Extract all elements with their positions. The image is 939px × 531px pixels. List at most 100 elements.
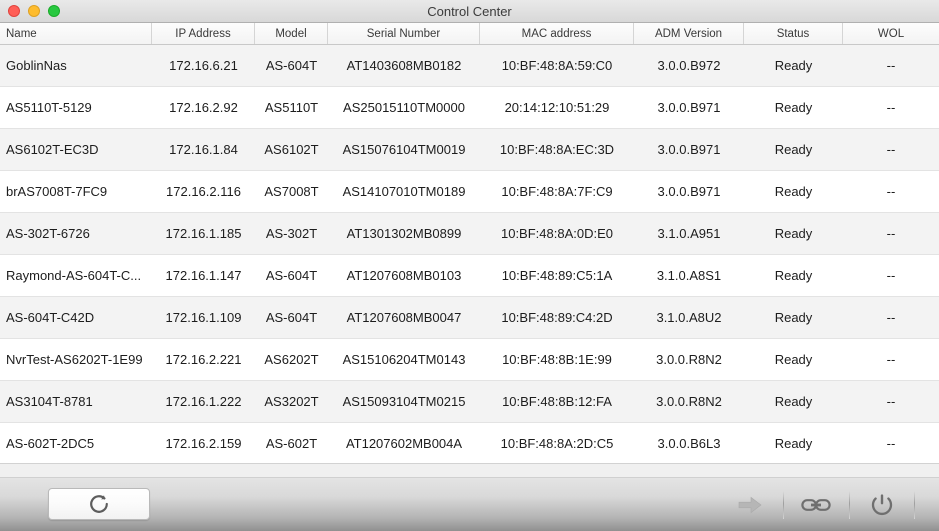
cell-name-text: Raymond-AS-604T-C...	[6, 268, 142, 283]
cell-ip: 172.16.2.221	[152, 352, 255, 367]
cell-wol-text: --	[886, 310, 896, 325]
cell-wol-text: --	[886, 226, 896, 241]
cell-status: Ready	[744, 142, 843, 157]
cell-mac: 10:BF:48:8B:1E:99	[480, 352, 634, 367]
cell-ip: 172.16.6.21	[152, 58, 255, 73]
cell-ip: 172.16.2.92	[152, 100, 255, 115]
cell-ip: 172.16.1.222	[152, 394, 255, 409]
table-row[interactable]: Raymond-AS-604T-C... 172.16.1.147 AS-604T A…	[0, 255, 939, 297]
cell-mac-text: 10:BF:48:8A:EC:3D	[499, 142, 615, 157]
cell-model-text: AS-302T	[265, 226, 318, 241]
table-row[interactable]: AS5110T-5129 172.16.2.92 AS5110T AS25015110…	[0, 87, 939, 129]
cell-name: GoblinNas	[0, 58, 152, 73]
column-header-ip[interactable]: IP Address	[152, 23, 255, 44]
cell-ip-text: 172.16.6.21	[169, 58, 238, 73]
cell-status: Ready	[744, 100, 843, 115]
cell-name-text: GoblinNas	[6, 58, 67, 73]
table-row[interactable]: AS3104T-8781 172.16.1.222 AS3202T AS1509310…	[0, 381, 939, 423]
cell-wol: --	[843, 310, 939, 325]
maximize-button[interactable]	[48, 5, 60, 17]
cell-wol: --	[843, 268, 939, 283]
column-header-serial[interactable]: Serial Number	[328, 23, 480, 44]
connect-action[interactable]	[717, 487, 783, 523]
cell-model: AS-302T	[255, 226, 328, 241]
title-bar: Control Center	[0, 0, 939, 23]
cell-serial-text: AT1207602MB004A	[345, 436, 463, 451]
cell-serial: AT1207602MB004A	[328, 436, 480, 451]
cell-status: Ready	[744, 58, 843, 73]
column-header-name[interactable]: Name	[0, 23, 152, 44]
cell-status: Ready	[744, 310, 843, 325]
cell-name: AS-602T-2DC5	[0, 436, 152, 451]
cell-model: AS3202T	[255, 394, 328, 409]
cell-status-text: Ready	[774, 226, 813, 241]
cell-mac-text: 10:BF:48:8B:1E:99	[502, 352, 612, 367]
cell-mac-text: 10:BF:48:8A:7F:C9	[501, 184, 613, 199]
cell-status: Ready	[744, 352, 843, 367]
cell-name-text: NvrTest-AS6202T-1E99	[6, 352, 143, 367]
table-row[interactable]: AS-604T-C42D 172.16.1.109 AS-604T AT1207608…	[0, 297, 939, 339]
cell-serial-text: AT1207608MB0103	[346, 268, 462, 283]
cell-ip-text: 172.16.2.92	[169, 100, 238, 115]
cell-serial-text: AS15106204TM0143	[342, 352, 466, 367]
table-row[interactable]: AS-602T-2DC5 172.16.2.159 AS-602T AT1207602…	[0, 423, 939, 463]
column-header-model[interactable]: Model	[255, 23, 328, 44]
minimize-button[interactable]	[28, 5, 40, 17]
column-header-mac[interactable]: MAC address	[480, 23, 634, 44]
cell-adm: 3.0.0.B6L3	[634, 436, 744, 451]
cell-model-text: AS6102T	[264, 142, 319, 157]
cell-serial: AS25015110TM0000	[328, 100, 480, 115]
cell-mac-text: 10:BF:48:89:C5:1A	[501, 268, 613, 283]
cell-model: AS5110T	[255, 100, 328, 115]
cell-wol: --	[843, 100, 939, 115]
cell-name: Raymond-AS-604T-C...	[0, 268, 152, 283]
cell-wol-text: --	[886, 100, 896, 115]
cell-serial: AT1207608MB0047	[328, 310, 480, 325]
cell-adm: 3.1.0.A951	[634, 226, 744, 241]
column-header-wol[interactable]: WOL	[843, 23, 939, 44]
table-row[interactable]: NvrTest-AS6202T-1E99 172.16.2.221 AS6202T A…	[0, 339, 939, 381]
cell-model-text: AS-604T	[265, 310, 318, 325]
cell-model-text: AS6202T	[264, 352, 319, 367]
column-header-status[interactable]: Status	[744, 23, 843, 44]
cell-serial: AT1403608MB0182	[328, 58, 480, 73]
cell-ip: 172.16.2.116	[152, 184, 255, 199]
cell-mac-text: 20:14:12:10:51:29	[504, 100, 610, 115]
power-action[interactable]	[849, 487, 915, 523]
cell-status-text: Ready	[774, 142, 813, 157]
link-action[interactable]	[783, 487, 849, 523]
control-center-window: Control Center Name IP Address Model Ser…	[0, 0, 939, 531]
cell-name-text: AS-302T-6726	[6, 226, 90, 241]
cell-adm: 3.1.0.A8U2	[634, 310, 744, 325]
cell-ip: 172.16.1.109	[152, 310, 255, 325]
device-table: GoblinNas 172.16.6.21 AS-604T AT1403608MB01…	[0, 45, 939, 463]
cell-mac-text: 10:BF:48:89:C4:2D	[501, 310, 613, 325]
close-button[interactable]	[8, 5, 20, 17]
cell-model: AS-604T	[255, 58, 328, 73]
cell-wol: --	[843, 394, 939, 409]
cell-serial-text: AS15093104TM0215	[342, 394, 466, 409]
cell-adm-text: 3.1.0.A8U2	[656, 310, 722, 325]
table-row[interactable]: AS6102T-EC3D 172.16.1.84 AS6102T AS15076104…	[0, 129, 939, 171]
cell-status: Ready	[744, 226, 843, 241]
cell-serial-text: AT1301302MB0899	[346, 226, 462, 241]
refresh-button[interactable]	[48, 488, 150, 520]
table-row[interactable]: AS-302T-6726 172.16.1.185 AS-302T AT1301302…	[0, 213, 939, 255]
cell-status-text: Ready	[774, 436, 813, 451]
cell-model: AS7008T	[255, 184, 328, 199]
column-header-adm[interactable]: ADM Version	[634, 23, 744, 44]
cell-ip: 172.16.1.147	[152, 268, 255, 283]
cell-model: AS6202T	[255, 352, 328, 367]
cell-name-text: AS-602T-2DC5	[6, 436, 95, 451]
cell-mac-text: 10:BF:48:8A:0D:E0	[500, 226, 613, 241]
cell-status-text: Ready	[774, 268, 813, 283]
cell-wol-text: --	[886, 58, 896, 73]
cell-ip-text: 172.16.2.116	[166, 184, 241, 199]
link-icon	[801, 496, 831, 514]
table-row[interactable]: brAS7008T-7FC9 172.16.2.116 AS7008T AS14107…	[0, 171, 939, 213]
cell-name: AS5110T-5129	[0, 100, 152, 115]
table-row[interactable]: GoblinNas 172.16.6.21 AS-604T AT1403608MB01…	[0, 45, 939, 87]
cell-wol: --	[843, 58, 939, 73]
cell-mac-text: 10:BF:48:8B:12:FA	[502, 394, 612, 409]
cell-mac: 20:14:12:10:51:29	[480, 100, 634, 115]
